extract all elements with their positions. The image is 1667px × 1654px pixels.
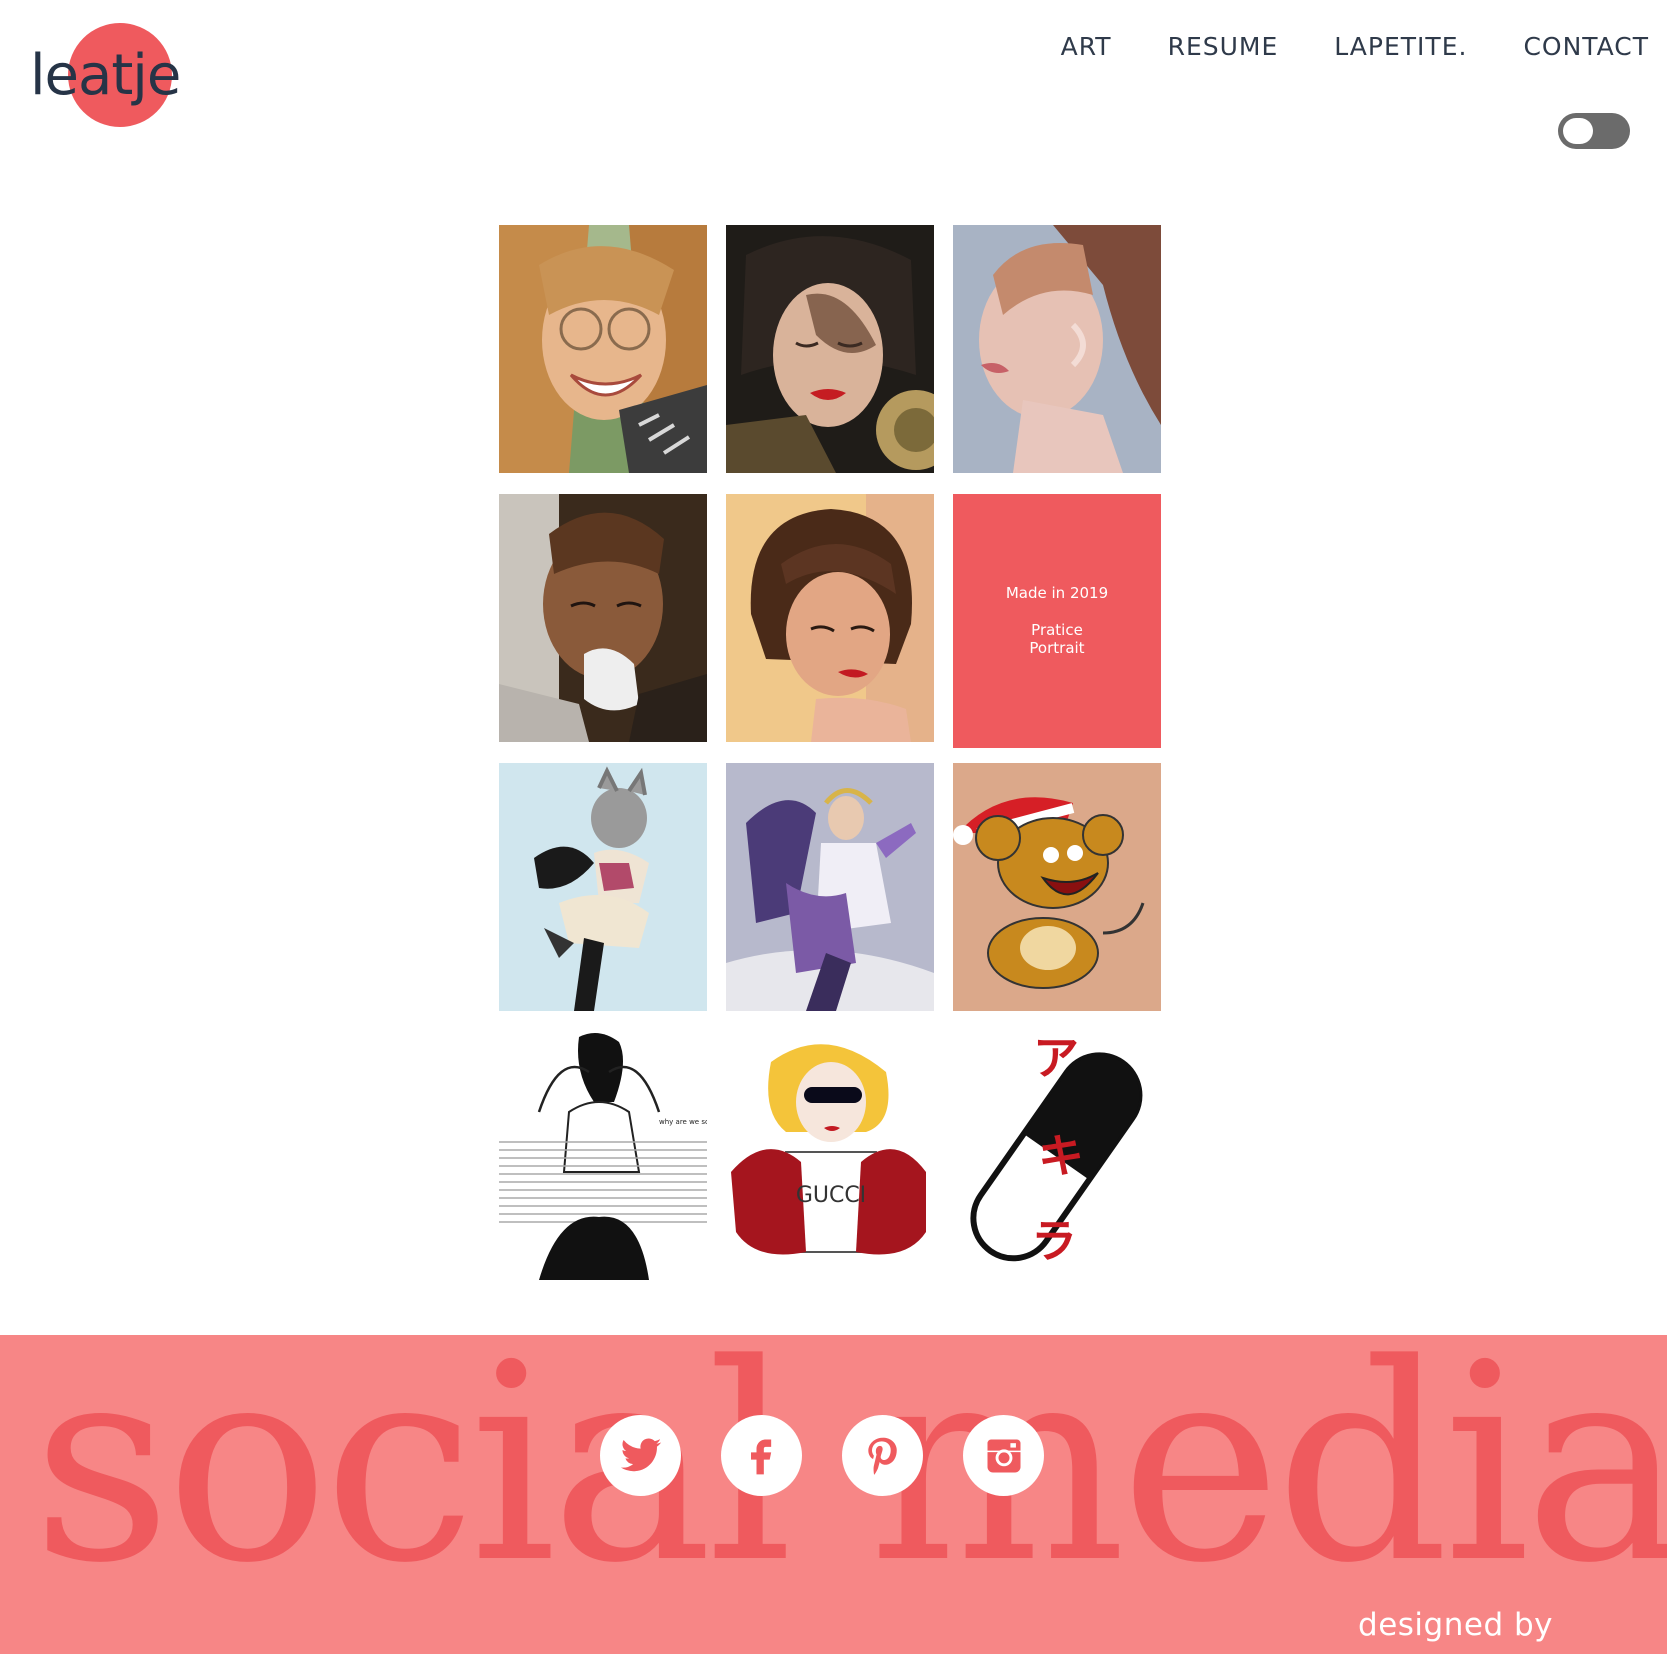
shirt-text: GUCCI [796, 1183, 866, 1208]
pinterest-link[interactable] [842, 1415, 923, 1496]
nav-resume[interactable]: RESUME [1168, 32, 1279, 61]
artwork-woman-eyes-closed[interactable] [726, 225, 934, 473]
logo-text: leatje [30, 43, 181, 108]
pill-char-1: ア [1033, 1032, 1079, 1085]
art-gallery: Made in 2019 Pratice Portrait why are we… [499, 225, 1161, 1280]
artwork-woman-bob-hair[interactable] [726, 494, 934, 742]
artwork-blonde-red-jacket[interactable]: GUCCI [726, 1032, 934, 1280]
artwork-woman-with-tissue[interactable] [499, 494, 707, 742]
pinterest-icon [867, 1437, 897, 1475]
nav-contact[interactable]: CONTACT [1523, 32, 1649, 61]
info-type-line1: Pratice [1031, 620, 1083, 639]
social-links [600, 1415, 1044, 1496]
nav-lapetite[interactable]: LAPETITE. [1334, 32, 1467, 61]
lineart-caption: why are we so obsessed? [659, 1118, 707, 1126]
designed-by-text: designed by [1358, 1607, 1553, 1643]
pill-char-3: ラ [1031, 1214, 1077, 1268]
info-year: Made in 2019 [1005, 583, 1109, 602]
info-type-line2: Portrait [1029, 639, 1085, 658]
artwork-pill-japanese[interactable]: ア キ ラ [953, 1032, 1161, 1280]
nav-art[interactable]: ART [1061, 32, 1112, 61]
instagram-icon [987, 1439, 1020, 1472]
main-nav: ART RESUME LAPETITE. CONTACT [1061, 32, 1649, 61]
artwork-anime-catgirl[interactable] [499, 763, 707, 1011]
twitter-icon [620, 1437, 661, 1471]
facebook-link[interactable] [721, 1415, 802, 1496]
artwork-lineart-woman[interactable]: why are we so obsessed? [499, 1032, 707, 1280]
artwork-cartoon-mouse-santa[interactable] [953, 763, 1161, 1011]
theme-toggle[interactable] [1558, 113, 1630, 149]
site-logo[interactable]: leatje [28, 20, 188, 132]
facebook-icon [750, 1439, 771, 1474]
toggle-knob [1563, 118, 1593, 144]
artwork-info-card[interactable]: Made in 2019 Pratice Portrait [953, 494, 1161, 748]
artwork-fantasy-warrior[interactable] [726, 763, 934, 1011]
instagram-link[interactable] [963, 1415, 1044, 1496]
artwork-woman-profile[interactable] [953, 225, 1161, 473]
footer: social media designed by [0, 1335, 1667, 1654]
artwork-smiling-woman-glasses[interactable] [499, 225, 707, 473]
pill-char-2: キ [1038, 1129, 1084, 1183]
twitter-link[interactable] [600, 1415, 681, 1496]
